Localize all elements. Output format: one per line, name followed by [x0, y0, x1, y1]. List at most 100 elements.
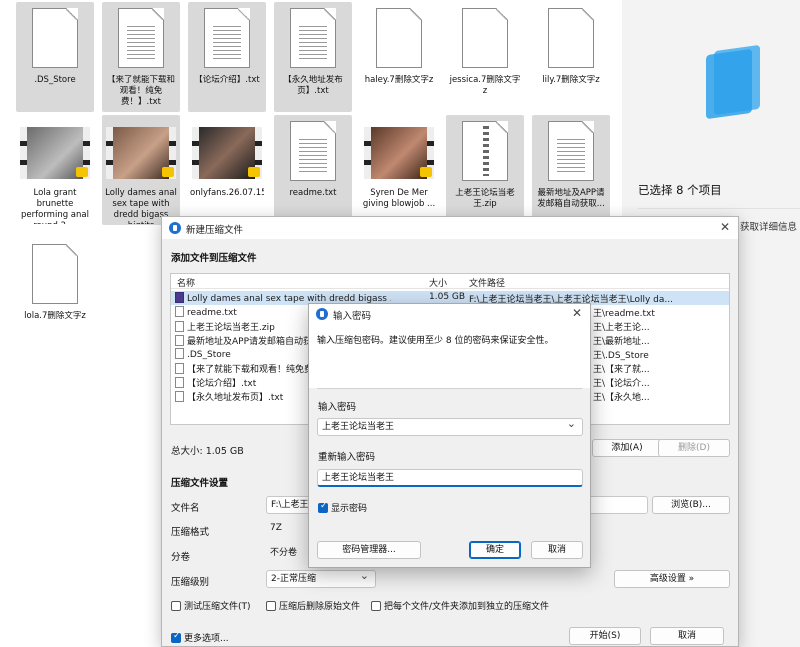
- file-icon: [175, 306, 184, 317]
- delete-original-checkbox[interactable]: 压缩后删除原始文件: [266, 599, 360, 612]
- checkbox-label: 把每个文件/文件夹添加到独立的压缩文件: [384, 602, 550, 612]
- file-icon: [175, 335, 184, 346]
- dialog-title: 新建压缩文件: [186, 225, 244, 236]
- file-item[interactable]: 最新地址及APP请发邮箱自动获取...: [532, 115, 610, 225]
- checkbox-label: 压缩后删除原始文件: [279, 602, 361, 612]
- level-label: 压缩级别: [171, 577, 210, 588]
- level-select[interactable]: 2-正常压缩: [266, 570, 376, 588]
- file-item[interactable]: Lolly dames anal sex tape with dredd big…: [102, 115, 180, 225]
- file-name: haley.7删除文字z: [364, 75, 434, 85]
- file-name: readme.txt: [289, 188, 337, 198]
- browse-button[interactable]: 浏览(B)...: [652, 496, 730, 514]
- multiple-files-icon-back: [706, 48, 752, 120]
- file-icon: [548, 8, 594, 68]
- file-item[interactable]: 上老王论坛当老王.zip: [446, 115, 524, 225]
- dialog-titlebar[interactable]: 输入密码 ✕: [309, 304, 590, 324]
- cancel-button[interactable]: 取消: [531, 541, 583, 559]
- file-icon: [376, 8, 422, 68]
- checkbox-box: [171, 631, 181, 643]
- show-password-checkbox[interactable]: 显示密码: [318, 501, 367, 514]
- file-icon: [175, 391, 184, 402]
- row-name: 上老王论坛当老王.zip: [187, 323, 275, 333]
- column-size[interactable]: 大小: [429, 276, 447, 289]
- file-item[interactable]: onlyfans.26.07.15.abbie.sykes.a...: [188, 115, 266, 225]
- video-thumbnail: [364, 127, 434, 179]
- row-path: 王\【论坛介...: [593, 379, 650, 389]
- file-item[interactable]: lily.7删除文字z: [532, 2, 610, 112]
- app-icon: [169, 222, 181, 234]
- file-name: Lola grant brunette performing anal roun…: [21, 188, 89, 224]
- confirm-password-input[interactable]: 上老王论坛当老王: [317, 469, 583, 487]
- zip-file-icon: [462, 121, 508, 181]
- file-icon: [175, 363, 184, 374]
- delete-button[interactable]: 删除(D): [658, 439, 730, 457]
- text-file-icon: [204, 8, 250, 68]
- app-icon: [316, 308, 328, 320]
- checkbox-label: 测试压缩文件(T): [184, 602, 251, 612]
- file-item[interactable]: jessica.7删除文字z: [446, 2, 524, 112]
- separate-archives-checkbox[interactable]: 把每个文件/文件夹添加到独立的压缩文件: [371, 599, 549, 612]
- file-name: 上老王论坛当老王.zip: [455, 188, 515, 209]
- list-header: 名称 大小 文件路径: [171, 274, 729, 289]
- file-name: lola.7删除文字z: [24, 311, 86, 321]
- file-icon: [32, 244, 78, 304]
- file-item[interactable]: readme.txt: [274, 115, 352, 225]
- file-icon: [175, 321, 184, 332]
- divider: [638, 208, 800, 209]
- file-name: 【来了就能下载和观看！纯免费！】.txt: [106, 75, 175, 107]
- column-name[interactable]: 名称: [177, 276, 195, 289]
- close-icon[interactable]: ✕: [718, 220, 732, 234]
- password-description: 输入压缩包密码。建议使用至少 8 位的密码来保证安全性。: [309, 324, 590, 388]
- password-dialog: 输入密码 ✕ 输入压缩包密码。建议使用至少 8 位的密码来保证安全性。 输入密码…: [308, 303, 591, 568]
- more-options-checkbox[interactable]: 更多选项...: [171, 631, 229, 644]
- player-badge-icon: [76, 167, 88, 177]
- file-name: 最新地址及APP请发邮箱自动获取...: [537, 188, 605, 209]
- video-thumbnail: [20, 127, 90, 179]
- password-manager-button[interactable]: 密码管理器...: [317, 541, 421, 559]
- settings-heading: 压缩文件设置: [171, 478, 229, 489]
- file-item[interactable]: lola.7删除文字z: [16, 238, 94, 348]
- row-path: 王\【永久地...: [593, 393, 650, 403]
- text-file-icon: [290, 121, 336, 181]
- checkbox-box: [171, 601, 181, 611]
- row-path: 王\上老王论...: [593, 323, 650, 333]
- total-size: 总大小: 1.05 GB: [171, 446, 244, 457]
- file-item[interactable]: 【论坛介绍】.txt: [188, 2, 266, 112]
- file-icon: [175, 348, 184, 359]
- cancel-button[interactable]: 取消: [650, 627, 724, 645]
- file-name: .DS_Store: [34, 75, 76, 85]
- close-icon[interactable]: ✕: [570, 306, 584, 320]
- file-icon: [175, 377, 184, 388]
- row-name: 最新地址及APP请发邮箱自动获: [187, 337, 313, 347]
- file-item[interactable]: Lola grant brunette performing anal roun…: [16, 115, 94, 225]
- ok-button[interactable]: 确定: [469, 541, 521, 559]
- divider: [317, 388, 582, 389]
- row-name: .DS_Store: [187, 350, 231, 360]
- checkbox-box: [266, 601, 276, 611]
- file-item[interactable]: .DS_Store: [16, 2, 94, 112]
- row-name: readme.txt: [187, 308, 237, 318]
- checkbox-label: 显示密码: [331, 504, 368, 514]
- row-path: 王\readme.txt: [593, 309, 655, 319]
- column-path[interactable]: 文件路径: [469, 276, 505, 289]
- file-item[interactable]: 【永久地址发布页】.txt: [274, 2, 352, 112]
- add-button[interactable]: 添加(A): [592, 439, 662, 457]
- row-name: 【论坛介绍】.txt: [187, 379, 257, 389]
- player-badge-icon: [248, 167, 260, 177]
- file-icon: [462, 8, 508, 68]
- video-file-icon: [175, 292, 184, 303]
- row-size: 1.05 GB: [429, 292, 466, 302]
- test-archive-checkbox[interactable]: 测试压缩文件(T): [171, 599, 251, 612]
- advanced-settings-button[interactable]: 高级设置 »: [614, 570, 730, 588]
- dialog-titlebar[interactable]: 新建压缩文件 ✕: [162, 217, 738, 239]
- video-thumbnail: [192, 127, 262, 179]
- confirm-password-label: 重新输入密码: [318, 452, 376, 463]
- start-button[interactable]: 开始(S): [569, 627, 641, 645]
- video-thumbnail: [106, 127, 176, 179]
- password-input[interactable]: 上老王论坛当老王: [317, 418, 583, 436]
- split-label: 分卷: [171, 552, 191, 563]
- file-item[interactable]: Syren De Mer giving blowjob ...: [360, 115, 438, 225]
- preview-area: [622, 0, 800, 160]
- file-item[interactable]: haley.7删除文字z: [360, 2, 438, 112]
- file-item[interactable]: 【来了就能下载和观看！纯免费！】.txt: [102, 2, 180, 112]
